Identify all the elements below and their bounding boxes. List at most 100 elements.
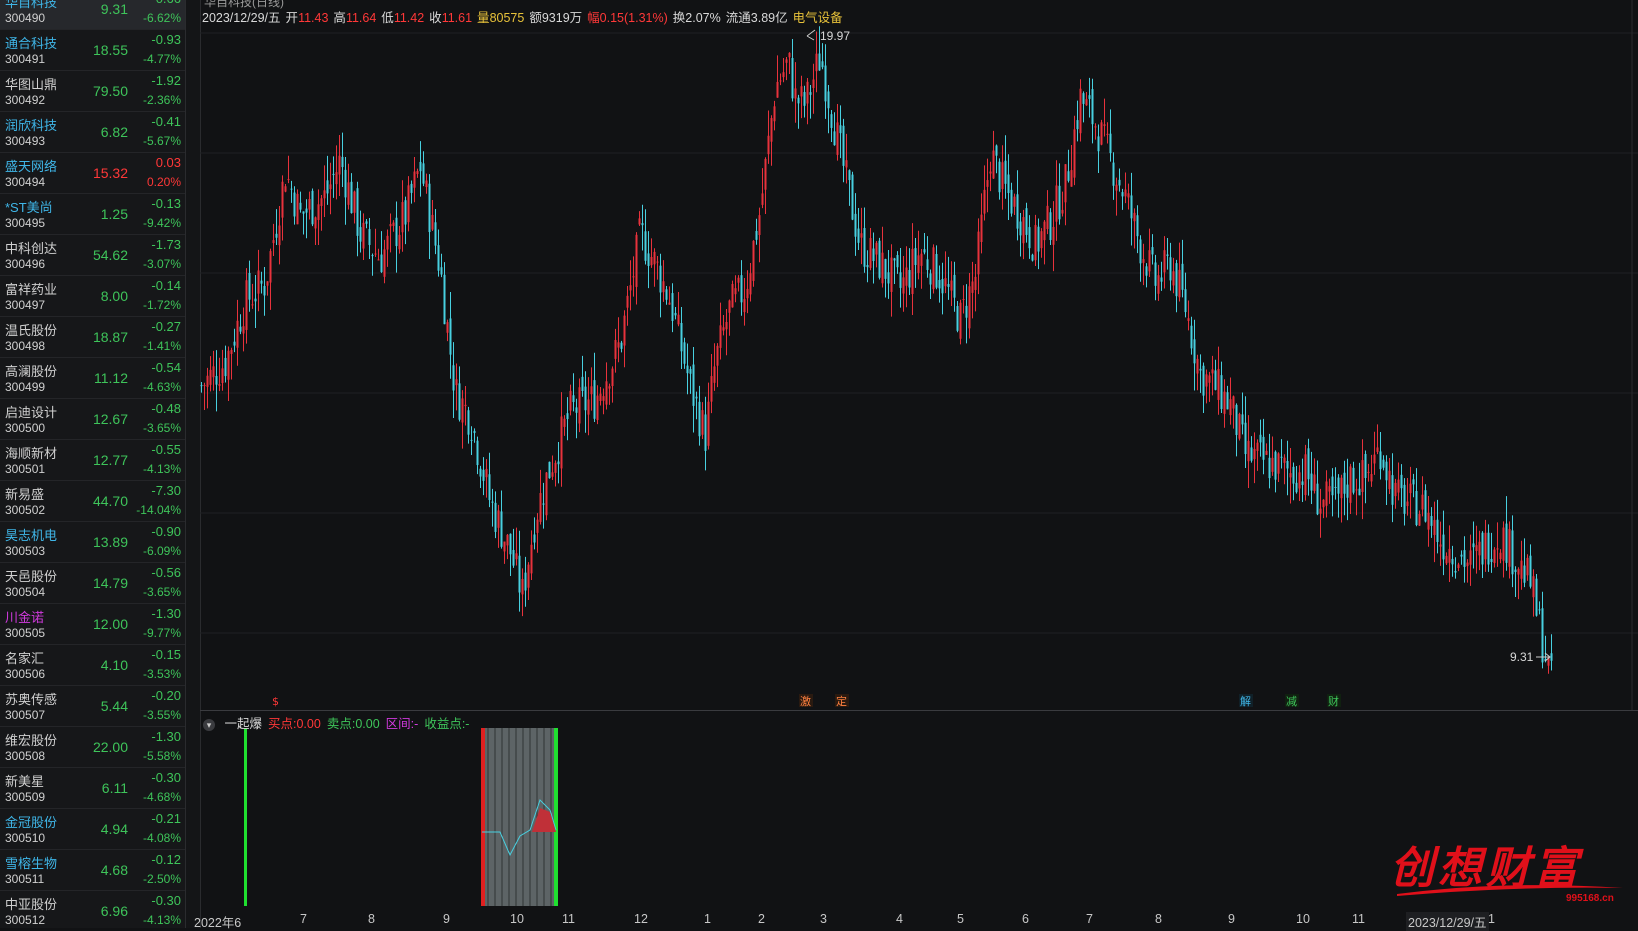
- candlestick-chart[interactable]: 19.97 9.31 $ 激 定 解 减 财: [200, 0, 1638, 928]
- stock-row[interactable]: 川金诺 300505 12.00 -1.30 -9.77%: [0, 603, 185, 645]
- stock-code: 300503: [5, 544, 46, 558]
- stock-row[interactable]: 高澜股份 300499 11.12 -0.54 -4.63%: [0, 357, 185, 399]
- date-axis-label: 1: [704, 912, 711, 926]
- candle-body: [1379, 451, 1382, 470]
- candle-body: [1229, 399, 1232, 416]
- stock-list[interactable]: 华自科技300490 9.31 -0.66 -6.62% 通合科技300491 18.55…: [0, 0, 186, 928]
- candle-body: [206, 375, 209, 387]
- stock-name: *ST美尚: [5, 200, 53, 215]
- stock-row[interactable]: 华自科技300490 9.31 -0.66 -6.62%: [0, 0, 185, 30]
- date-axis-label: 3: [820, 912, 827, 926]
- candle-body: [1409, 483, 1412, 494]
- stock-change: -0.48: [151, 401, 181, 416]
- stock-code: 300495: [5, 216, 46, 230]
- candle-body: [980, 214, 983, 242]
- candle-body: [668, 302, 671, 305]
- stock-price: 6.11: [101, 780, 128, 796]
- stock-name: 海顺新材: [5, 446, 58, 461]
- candle-body: [569, 390, 572, 411]
- candle-body: [863, 228, 866, 267]
- stock-row[interactable]: 温氏股份 300498 18.87 -0.27 -1.41%: [0, 316, 185, 358]
- stock-row[interactable]: 昊志机电 300503 13.89 -0.90 -6.09%: [0, 521, 185, 563]
- panel-divider[interactable]: [186, 0, 201, 928]
- candle-body: [773, 106, 776, 122]
- stock-row[interactable]: 金冠股份 300510 4.94 -0.21 -4.08%: [0, 808, 185, 850]
- stock-row[interactable]: 通合科技 300491 18.55 -0.93 -4.77%: [0, 29, 185, 71]
- candle-body: [617, 342, 620, 348]
- stock-row[interactable]: *ST美尚 300495 1.25 -0.13 -9.42%: [0, 193, 185, 235]
- stock-name: 名家汇: [5, 651, 45, 666]
- stock-row[interactable]: 新美星 300509 6.11 -0.30 -4.68%: [0, 767, 185, 809]
- stock-row[interactable]: 启迪设计 300500 12.67 -0.48 -3.65%: [0, 398, 185, 440]
- candle-body: [530, 544, 533, 574]
- candle-body: [818, 53, 821, 71]
- candle-body: [1538, 609, 1541, 611]
- stock-row[interactable]: 维宏股份 300508 22.00 -1.30 -5.58%: [0, 726, 185, 768]
- stock-change-pct: -4.13%: [142, 462, 181, 476]
- candle-body: [659, 265, 662, 293]
- stock-row[interactable]: 盛天网络 300494 15.32 0.03 0.20%: [0, 152, 185, 194]
- stock-name: 雪榕生物: [5, 856, 58, 871]
- stock-row[interactable]: 富祥药业 300497 8.00 -0.14 -1.72%: [0, 275, 185, 317]
- stock-price: 6.96: [100, 903, 128, 919]
- stock-price: 54.62: [92, 247, 128, 263]
- stock-change-pct: -2.36%: [142, 93, 181, 107]
- stock-change: -0.13: [151, 196, 181, 211]
- candle-body: [1118, 179, 1121, 186]
- stock-row[interactable]: 名家汇 300506 4.10 -0.15 -3.53%: [0, 644, 185, 686]
- stock-row[interactable]: 中科创达 300496 54.62 -1.73 -3.07%: [0, 234, 185, 276]
- candle-body: [1445, 555, 1448, 564]
- candle-body: [1157, 275, 1160, 294]
- candle-body: [488, 474, 491, 501]
- candle-body: [1007, 174, 1010, 194]
- date-axis-label: 10: [1296, 912, 1310, 926]
- stock-row[interactable]: 润欣科技 300493 6.82 -0.41 -5.67%: [0, 111, 185, 153]
- candle-body: [533, 534, 536, 543]
- stock-name: 高澜股份: [5, 364, 58, 379]
- stock-change: -1.92: [151, 73, 181, 88]
- stock-row[interactable]: 苏奥传感 300507 5.44 -0.20 -3.55%: [0, 685, 185, 727]
- candle-body: [1190, 325, 1193, 349]
- candle-body: [215, 375, 218, 385]
- collapse-chevron-icon[interactable]: ▾: [203, 718, 215, 731]
- candle-body: [692, 364, 695, 406]
- panel-separator[interactable]: [200, 710, 1638, 711]
- candle-body: [755, 230, 758, 240]
- candle-body: [1172, 271, 1175, 286]
- stock-change: -0.55: [151, 442, 181, 457]
- candle-body: [860, 233, 863, 238]
- candle-body: [452, 365, 455, 391]
- stock-row[interactable]: 雪榕生物 300511 4.68 -0.12 -2.50%: [0, 849, 185, 891]
- max-arrow-icon: [806, 29, 816, 41]
- candle-body: [437, 245, 440, 271]
- candle-body: [845, 160, 848, 168]
- stock-row[interactable]: 中亚股份 300512 6.96 -0.30 -4.13%: [0, 890, 185, 928]
- candle-body: [1442, 534, 1445, 560]
- stock-row[interactable]: 天邑股份 300504 14.79 -0.56 -3.65%: [0, 562, 185, 604]
- event-marker: $: [272, 695, 279, 708]
- stock-code: 300507: [5, 708, 46, 722]
- candle-body: [995, 145, 998, 156]
- candle-body: [368, 229, 371, 245]
- candle-body: [1454, 571, 1457, 573]
- candle-body: [242, 326, 245, 334]
- stock-row[interactable]: 海顺新材 300501 12.77 -0.55 -4.13%: [0, 439, 185, 481]
- candle-body: [314, 217, 317, 229]
- candle-body: [416, 171, 419, 175]
- candle-body: [236, 320, 239, 348]
- candle-body: [1430, 516, 1433, 526]
- stock-row[interactable]: 华图山鼎 300492 79.50 -1.92 -2.36%: [0, 70, 185, 112]
- candle-body: [371, 255, 374, 257]
- candle-body: [1331, 476, 1334, 496]
- candle-body: [1508, 529, 1511, 567]
- stock-price: 22.00: [92, 739, 128, 755]
- candle-body: [830, 114, 833, 128]
- stock-row[interactable]: 新易盛 300502 44.70 -7.30 -14.04%: [0, 480, 185, 522]
- candle-body: [1262, 436, 1265, 460]
- candle-body: [836, 122, 839, 155]
- candle-body: [524, 572, 527, 591]
- candle-body: [965, 305, 968, 318]
- candle-body: [1334, 486, 1337, 488]
- candle-body: [635, 234, 638, 287]
- candle-body: [1505, 523, 1508, 563]
